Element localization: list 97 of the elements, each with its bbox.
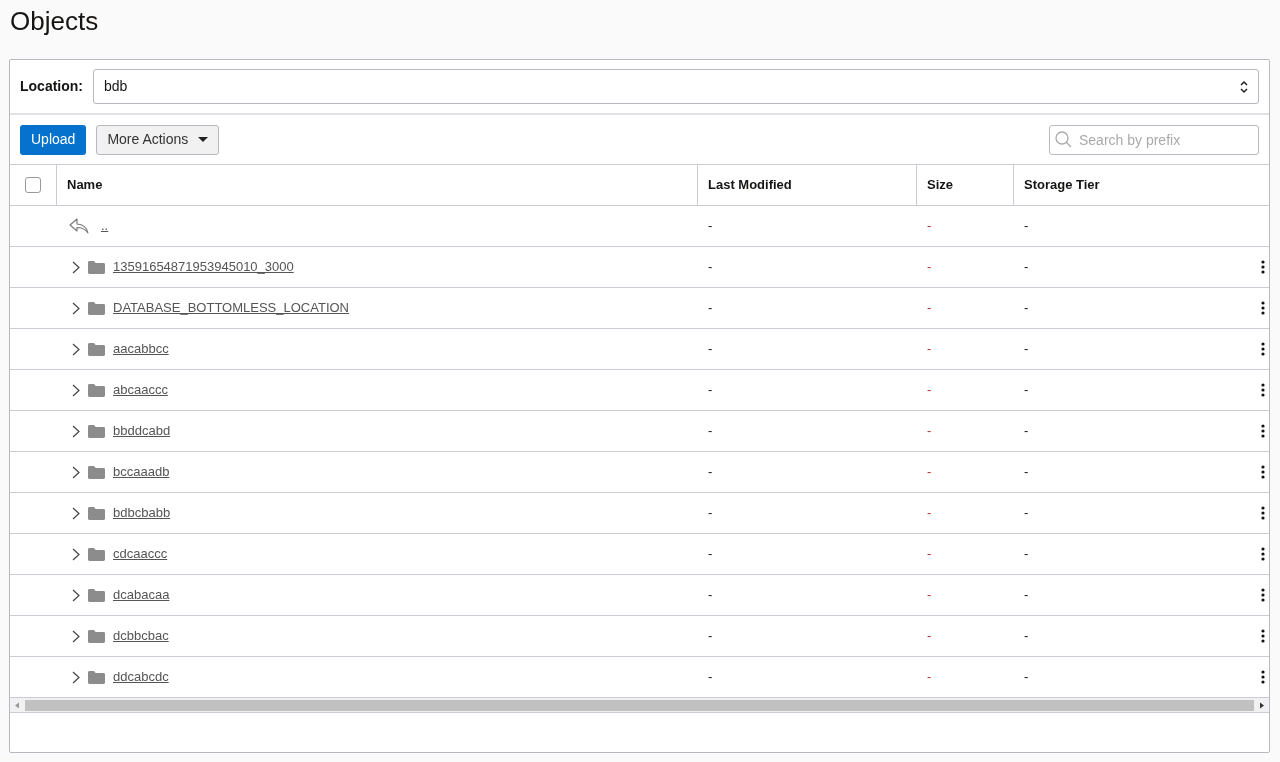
page-title: Objects: [10, 5, 100, 38]
table-cell: -: [708, 669, 713, 685]
table-cell: -: [927, 300, 932, 316]
table-cell-text: -: [1024, 422, 1029, 441]
chevron-right-icon[interactable]: [72, 424, 80, 438]
folder-icon: [88, 342, 105, 356]
more-actions-button[interactable]: More Actions: [96, 124, 220, 155]
table-cell: -: [708, 259, 713, 275]
kebab-menu-icon[interactable]: [1261, 301, 1265, 315]
folder-link[interactable]: bccaaadb: [113, 462, 170, 482]
folder-icon: [88, 588, 105, 602]
table-cell: -: [927, 382, 932, 398]
kebab-menu-icon[interactable]: [1261, 465, 1265, 479]
table-cell-text: -: [1024, 340, 1029, 359]
table-cell: -: [927, 546, 932, 562]
kebab-menu-icon[interactable]: [1261, 629, 1265, 643]
table-cell: -: [708, 300, 713, 316]
upload-button[interactable]: Upload: [20, 124, 87, 155]
table-cell: -: [927, 423, 932, 439]
table-cell: -: [708, 587, 713, 603]
chevron-right-icon[interactable]: [72, 383, 80, 397]
folder-icon: [88, 547, 105, 561]
up-down-caret-icon: [1240, 79, 1248, 94]
chevron-right-icon[interactable]: [72, 588, 80, 602]
column-header[interactable]: Size: [927, 175, 953, 195]
table-cell: -: [708, 464, 713, 480]
table-cell-text: -: [1024, 258, 1029, 277]
folder-icon: [88, 383, 105, 397]
kebab-menu-icon[interactable]: [1261, 588, 1265, 602]
column-header[interactable]: Storage Tier: [1024, 175, 1100, 195]
kebab-menu-icon[interactable]: [1261, 383, 1265, 397]
folder-icon: [88, 301, 105, 315]
table-cell: -: [927, 218, 932, 234]
select-all-checkbox[interactable]: [25, 177, 41, 193]
chevron-right-icon[interactable]: [72, 260, 80, 274]
folder-link[interactable]: dcbbcbac: [113, 626, 169, 646]
folder-icon: [88, 424, 105, 438]
table-cell-text: -: [1024, 627, 1029, 646]
kebab-menu-icon[interactable]: [1261, 670, 1265, 684]
table-cell-text: -: [1024, 586, 1029, 605]
table-cell-text: -: [1024, 463, 1029, 482]
chevron-right-icon[interactable]: [72, 342, 80, 356]
table-cell-text: -: [1024, 217, 1029, 236]
reply-arrow-icon[interactable]: [69, 218, 89, 234]
folder-link[interactable]: ddcabcdc: [113, 667, 169, 687]
table-cell-text: -: [1024, 545, 1029, 564]
table-cell: -: [927, 628, 932, 644]
kebab-menu-icon[interactable]: [1261, 342, 1265, 356]
chevron-right-icon[interactable]: [72, 547, 80, 561]
kebab-menu-icon[interactable]: [1261, 547, 1265, 561]
folder-link[interactable]: aacabbcc: [113, 339, 169, 359]
table-cell-text: -: [1024, 299, 1029, 318]
location-label: Location:: [20, 77, 83, 96]
table-cell-text: -: [1024, 668, 1029, 687]
table-cell: -: [708, 218, 713, 234]
folder-icon: [88, 506, 105, 520]
folder-icon: [88, 465, 105, 479]
folder-link[interactable]: DATABASE_BOTTOMLESS_LOCATION: [113, 298, 349, 318]
table-cell: -: [708, 628, 713, 644]
folder-link[interactable]: ..: [101, 216, 109, 236]
table-cell-text: -: [1024, 504, 1029, 523]
folder-link[interactable]: 13591654871953945010_3000: [113, 257, 294, 277]
chevron-right-icon[interactable]: [72, 506, 80, 520]
search-field[interactable]: Search by prefix: [1049, 124, 1259, 155]
table-cell: -: [708, 382, 713, 398]
table-cell: -: [708, 546, 713, 562]
chevron-right-icon[interactable]: [72, 670, 80, 684]
table-cell: -: [708, 505, 713, 521]
folder-link[interactable]: dcabacaa: [113, 585, 170, 605]
folder-link[interactable]: bbddcabd: [113, 421, 171, 441]
folder-icon: [88, 260, 105, 274]
table-cell: -: [927, 669, 932, 685]
folder-link[interactable]: abcaaccc: [113, 380, 168, 400]
chevron-right-icon[interactable]: [72, 629, 80, 643]
kebab-menu-icon[interactable]: [1261, 424, 1265, 438]
chevron-right-icon[interactable]: [72, 301, 80, 315]
folder-link[interactable]: bdbcbabb: [113, 503, 171, 523]
table-cell: -: [927, 464, 932, 480]
table-cell: -: [927, 587, 932, 603]
kebab-menu-icon[interactable]: [1261, 260, 1265, 274]
kebab-menu-icon[interactable]: [1261, 506, 1265, 520]
folder-link[interactable]: cdcaaccc: [113, 544, 168, 564]
folder-icon: [88, 629, 105, 643]
horizontal-scrollbar[interactable]: [10, 698, 1269, 713]
search-icon: [1055, 130, 1072, 148]
table-cell: -: [708, 341, 713, 357]
location-select[interactable]: bdb: [93, 69, 1259, 104]
table-cell: -: [927, 259, 932, 275]
table-cell: -: [708, 423, 713, 439]
chevron-right-icon[interactable]: [72, 465, 80, 479]
column-header[interactable]: Last Modified: [708, 175, 792, 195]
table-cell-text: -: [1024, 381, 1029, 400]
table-cell: -: [927, 505, 932, 521]
folder-icon: [88, 670, 105, 684]
caret-icon: [198, 137, 209, 142]
column-header[interactable]: Name: [67, 175, 103, 195]
table-cell: -: [927, 341, 932, 357]
